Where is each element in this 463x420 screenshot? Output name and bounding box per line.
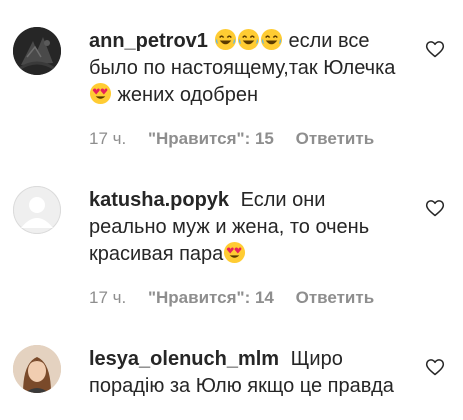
comment-time[interactable]: 17 ч.: [89, 129, 126, 148]
heart-outline-icon[interactable]: [425, 357, 445, 377]
comment-text: lesya_olenuch_mlm Щиро порадію за Юлю як…: [89, 346, 407, 400]
comment-meta: 17 ч. "Нравится": 15 Ответить: [89, 129, 391, 149]
reply-button[interactable]: Ответить: [296, 129, 375, 148]
tears-of-joy-emoji: [214, 28, 236, 51]
comment-username[interactable]: lesya_olenuch_mlm: [89, 348, 279, 370]
comment-username[interactable]: ann_petrov1: [89, 30, 208, 52]
comment-body-end: жених одобрен: [112, 84, 259, 106]
avatar[interactable]: [13, 27, 61, 75]
heart-eyes-emoji: [89, 82, 112, 105]
comment-likes[interactable]: "Нравится": 15: [148, 129, 274, 148]
heart-outline-icon[interactable]: [425, 198, 445, 218]
heart-outline-icon[interactable]: [425, 39, 445, 59]
tears-of-joy-emoji: [237, 28, 259, 51]
comment-likes[interactable]: "Нравится": 14: [148, 288, 274, 307]
comment-time[interactable]: 17 ч.: [89, 288, 126, 307]
tears-of-joy-emoji: [260, 28, 282, 51]
reply-button[interactable]: Ответить: [296, 288, 375, 307]
comment-username[interactable]: katusha.popyk: [89, 189, 229, 211]
avatar[interactable]: [13, 345, 61, 393]
comment-text: katusha.popyk Если они реально муж и жен…: [89, 187, 407, 268]
comment-meta: 17 ч. "Нравится": 14 Ответить: [89, 288, 391, 308]
comment-text: ann_petrov1 если все было по настоящему,…: [89, 28, 407, 109]
heart-eyes-emoji: [224, 241, 246, 264]
avatar[interactable]: [13, 186, 61, 234]
